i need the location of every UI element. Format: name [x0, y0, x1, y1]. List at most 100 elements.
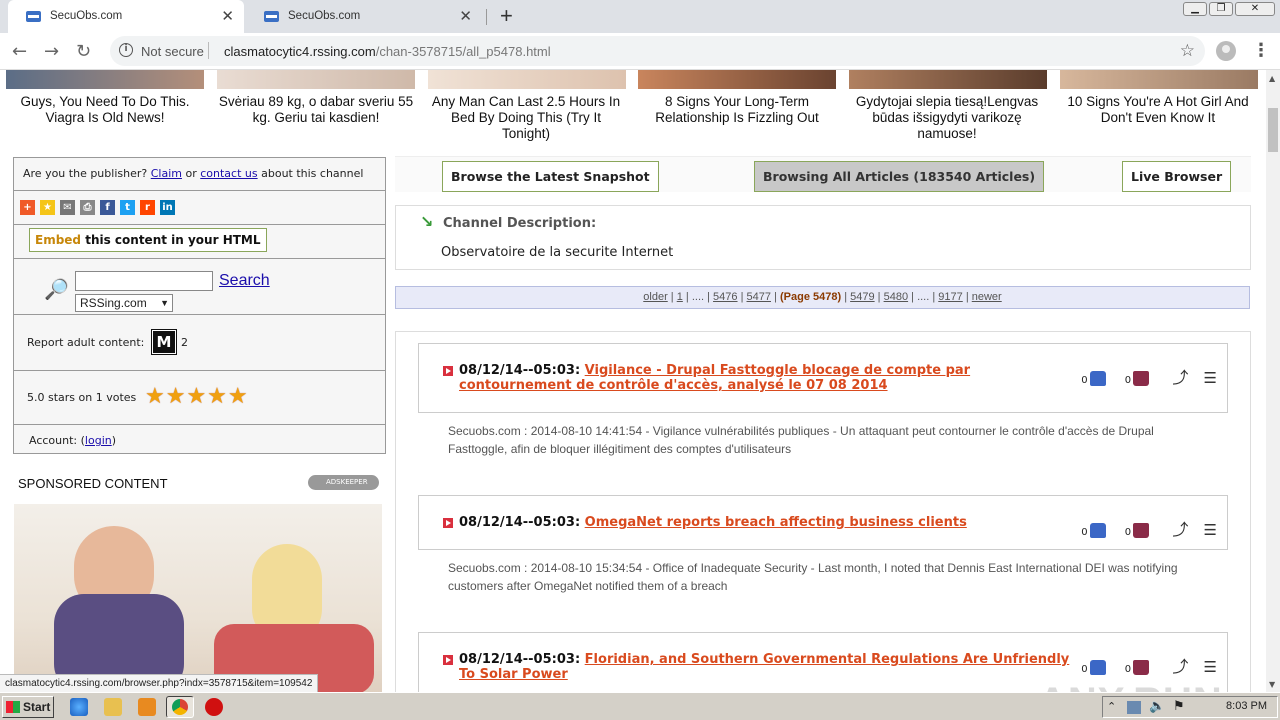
- reload-icon[interactable]: ↻: [76, 41, 91, 62]
- email-icon[interactable]: ✉: [60, 200, 75, 215]
- search-select[interactable]: RSSing.com ▼: [75, 294, 173, 312]
- article-bullet-icon: [443, 518, 453, 528]
- linkedin-icon[interactable]: in: [160, 200, 175, 215]
- pager-page-link[interactable]: 9177: [938, 291, 962, 303]
- forward-arrow-icon[interactable]: →: [44, 41, 59, 62]
- rating-stars-icon[interactable]: ★★★★★: [145, 384, 249, 409]
- sponsored-ad-image[interactable]: [14, 504, 382, 692]
- share-icon[interactable]: ⤴: [1172, 520, 1188, 539]
- close-window-button[interactable]: ✕: [1235, 2, 1275, 16]
- close-tab-icon[interactable]: ✕: [459, 7, 472, 25]
- dropdown-arrow-icon: ▼: [160, 298, 169, 308]
- publisher-text-end: about this channel: [261, 167, 364, 180]
- close-tab-icon[interactable]: ✕: [221, 7, 234, 25]
- thumbs-down-icon[interactable]: [1133, 371, 1150, 386]
- pager-page-link[interactable]: 5479: [850, 291, 874, 303]
- login-link[interactable]: login: [85, 434, 112, 447]
- stop-icon[interactable]: [205, 698, 223, 716]
- article-actions: 0 0 ⤴ ☰: [1081, 364, 1217, 388]
- share-icon[interactable]: ⤴: [1172, 657, 1188, 676]
- reddit-icon[interactable]: r: [140, 200, 155, 215]
- scroll-up-arrow-icon[interactable]: ▲: [1269, 74, 1275, 83]
- ad-image[interactable]: [1060, 70, 1258, 89]
- article-title-link[interactable]: OmegaNet reports breach affecting busine…: [585, 515, 967, 530]
- clock-time[interactable]: 8:03 PM: [1226, 700, 1267, 712]
- profile-avatar-icon[interactable]: [1216, 41, 1236, 61]
- tab-divider: [486, 9, 487, 25]
- ad-image[interactable]: [638, 70, 836, 89]
- pager-older-link[interactable]: older: [643, 291, 667, 303]
- tab-secuobs-1[interactable]: SecuObs.com ✕: [8, 0, 244, 33]
- thumbs-down-icon[interactable]: [1133, 523, 1150, 538]
- new-tab-button[interactable]: +: [500, 3, 513, 29]
- thumbs-up-icon[interactable]: [1089, 523, 1106, 538]
- start-label: Start: [23, 700, 51, 714]
- ad-image[interactable]: [6, 70, 204, 89]
- page-scrollbar[interactable]: ▲ ▼: [1266, 70, 1280, 692]
- contact-us-link[interactable]: contact us: [200, 167, 257, 180]
- ad-caption[interactable]: Gydytojai slepia tiesą!Lengvas būdas išs…: [847, 94, 1047, 142]
- pager-page-link[interactable]: 5477: [747, 291, 771, 303]
- browsing-all-articles-button[interactable]: Browsing All Articles (183540 Articles): [754, 161, 1045, 192]
- publisher-row: Are you the publisher? Claim or contact …: [14, 158, 385, 191]
- embed-button[interactable]: Embed this content in your HTML: [29, 228, 267, 252]
- tray-expand-icon[interactable]: ⌃: [1107, 700, 1116, 713]
- live-browser-button[interactable]: Live Browser: [1122, 161, 1232, 192]
- info-icon[interactable]: i: [119, 43, 133, 57]
- claim-link[interactable]: Claim: [151, 167, 182, 180]
- ad-image[interactable]: [428, 70, 626, 89]
- twitter-icon[interactable]: t: [120, 200, 135, 215]
- search-button[interactable]: Search: [219, 272, 270, 290]
- ad-caption[interactable]: 10 Signs You're A Hot Girl And Don't Eve…: [1058, 94, 1258, 126]
- thumbs-up-icon[interactable]: [1089, 660, 1106, 675]
- add-share-icon[interactable]: +: [20, 200, 35, 215]
- hamburger-menu-icon[interactable]: ☰: [1204, 369, 1217, 387]
- tab-title: SecuObs.com: [50, 10, 123, 22]
- internet-explorer-icon[interactable]: [70, 698, 88, 716]
- pager-page-link[interactable]: 5476: [713, 291, 737, 303]
- media-player-icon[interactable]: [138, 698, 156, 716]
- back-arrow-icon[interactable]: ←: [12, 41, 27, 62]
- hamburger-menu-icon[interactable]: ☰: [1204, 658, 1217, 676]
- mature-rating-icon[interactable]: M: [151, 329, 177, 355]
- ad-caption[interactable]: Guys, You Need To Do This. Viagra Is Old…: [5, 94, 205, 126]
- omnibox-separator: [208, 42, 209, 59]
- ad-caption[interactable]: 8 Signs Your Long-Term Relationship Is F…: [637, 94, 837, 126]
- volume-icon[interactable]: 🔈: [1149, 699, 1165, 714]
- pager-page-link[interactable]: 5480: [884, 291, 908, 303]
- browse-latest-snapshot-button[interactable]: Browse the Latest Snapshot: [442, 161, 659, 192]
- tab-secuobs-2[interactable]: SecuObs.com ✕: [246, 0, 482, 33]
- search-row: 🔎 Search RSSing.com ▼: [14, 259, 385, 315]
- tab-strip: SecuObs.com ✕ SecuObs.com ✕ + ▁ ❐ ✕: [0, 0, 1280, 33]
- ad-caption[interactable]: Svėriau 89 kg, o dabar sveriu 55 kg. Ger…: [216, 94, 416, 126]
- adskeeper-logo[interactable]: ADSKEEPER: [308, 475, 379, 490]
- maximize-button[interactable]: ❐: [1209, 2, 1233, 16]
- scrollbar-thumb[interactable]: [1268, 108, 1278, 152]
- bookmark-star-icon[interactable]: ☆: [1180, 41, 1195, 61]
- browser-menu-icon[interactable]: ⋮: [1252, 40, 1270, 61]
- pager-newer-link[interactable]: newer: [972, 291, 1002, 303]
- hamburger-menu-icon[interactable]: ☰: [1204, 521, 1217, 539]
- anyrun-watermark: ANY.RUN: [1038, 680, 1223, 692]
- pager-page-link[interactable]: 1: [677, 291, 683, 303]
- minimize-button[interactable]: ▁: [1183, 2, 1207, 16]
- thumbs-down-icon[interactable]: [1133, 660, 1150, 675]
- article-actions: 0 0 ⤴ ☰: [1081, 516, 1217, 540]
- scroll-down-arrow-icon[interactable]: ▼: [1269, 680, 1275, 689]
- url-text[interactable]: clasmatocytic4.rssing.com/chan-3578715/a…: [224, 44, 551, 59]
- address-bar[interactable]: i Not secure clasmatocytic4.rssing.com/c…: [110, 36, 1205, 66]
- article-date: 08/12/14--05:03:: [459, 652, 581, 667]
- search-input[interactable]: [75, 271, 213, 291]
- folder-icon[interactable]: [104, 698, 122, 716]
- ad-caption[interactable]: Any Man Can Last 2.5 Hours In Bed By Doi…: [426, 94, 626, 142]
- network-icon[interactable]: [1127, 701, 1141, 714]
- ad-image[interactable]: [217, 70, 415, 89]
- flag-icon[interactable]: ⚑: [1173, 699, 1185, 714]
- print-icon[interactable]: ⎙: [80, 200, 95, 215]
- ad-image[interactable]: [849, 70, 1047, 89]
- favorite-star-icon[interactable]: ★: [40, 200, 55, 215]
- share-icon[interactable]: ⤴: [1172, 368, 1188, 387]
- start-button[interactable]: Start: [2, 696, 54, 718]
- thumbs-up-icon[interactable]: [1089, 371, 1106, 386]
- facebook-icon[interactable]: f: [100, 200, 115, 215]
